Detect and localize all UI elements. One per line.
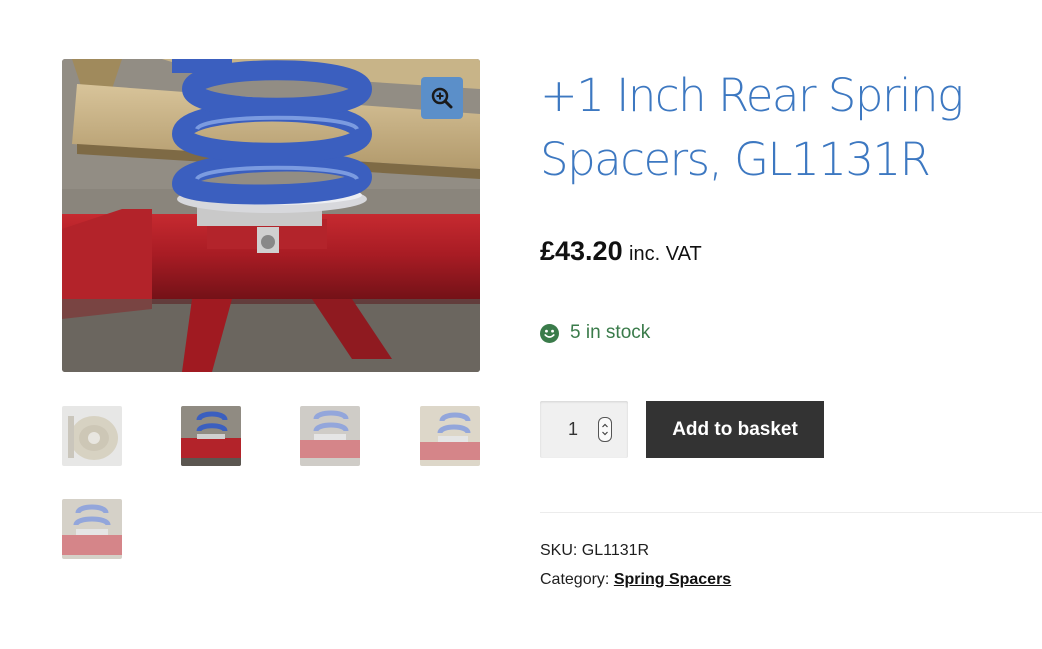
sku-row: SKU: GL1131R xyxy=(540,536,731,565)
product-price: £43.20 inc. VAT xyxy=(540,236,702,267)
zoom-in-icon xyxy=(431,87,453,109)
main-image-photo xyxy=(62,59,480,372)
product-meta: SKU: GL1131R Category: Spring Spacers xyxy=(540,536,731,594)
spring-axle-thumbnail xyxy=(300,406,360,466)
category-label: Category: xyxy=(540,571,610,588)
product-title: +1 Inch Rear Spring Spacers, GL1131R xyxy=(540,69,964,186)
quantity-value: 1 xyxy=(568,419,579,439)
quantity-input[interactable]: 1 xyxy=(540,401,628,458)
thumbnail-1[interactable] xyxy=(62,406,122,466)
smile-icon xyxy=(540,323,559,343)
quantity-stepper[interactable] xyxy=(598,417,612,442)
main-product-image[interactable] xyxy=(62,59,480,372)
sku-value: GL1131R xyxy=(581,542,650,559)
stepper-arrows-icon xyxy=(602,423,608,436)
thumbnail-4[interactable] xyxy=(420,406,480,466)
zoom-button[interactable] xyxy=(421,77,463,119)
spring-axle-thumbnail xyxy=(420,406,480,466)
thumbnail-3[interactable] xyxy=(300,406,360,466)
thumbnail-2[interactable] xyxy=(181,406,241,466)
stock-status: 5 in stock xyxy=(540,322,650,344)
sku-label: SKU: xyxy=(540,542,578,559)
price-amount: £43.20 xyxy=(540,236,623,266)
spacer-part-thumbnail xyxy=(62,406,122,466)
thumbnail-5[interactable] xyxy=(62,499,122,559)
stock-text: 5 in stock xyxy=(570,322,651,343)
spring-axle-thumbnail xyxy=(62,499,122,559)
price-suffix: inc. VAT xyxy=(629,243,702,265)
spring-axle-thumbnail xyxy=(181,406,241,466)
category-row: Category: Spring Spacers xyxy=(540,565,731,594)
category-link[interactable]: Spring Spacers xyxy=(614,571,731,588)
divider xyxy=(540,512,1042,513)
add-to-basket-button[interactable]: Add to basket xyxy=(646,401,824,458)
